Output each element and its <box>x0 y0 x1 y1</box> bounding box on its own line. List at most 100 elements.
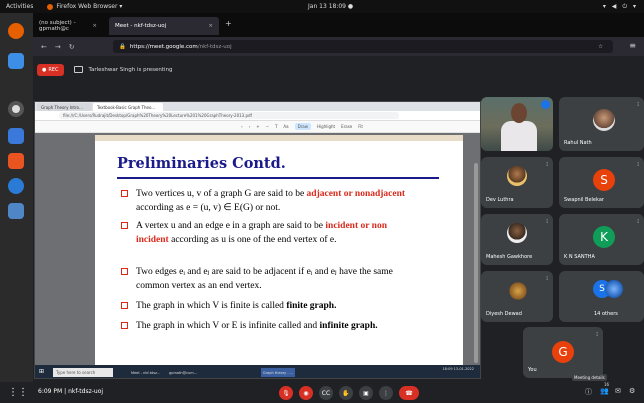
url-host: https://meet.google.com <box>129 43 198 50</box>
chat-icon[interactable]: ✉ <box>615 387 621 395</box>
more-options-icon[interactable]: ⁝ <box>546 161 548 168</box>
separator: | <box>64 388 67 395</box>
avatar <box>507 223 527 243</box>
presenter-text: Tarleshwar Singh is presenting <box>88 66 173 73</box>
shared-tab: Textbook-Basic Graph Theo… <box>93 103 163 111</box>
participant-tile-others[interactable]: S 14 others <box>559 271 644 322</box>
os-top-bar: Activities Firefox Web Browser ▾ Jan 13 … <box>0 0 644 13</box>
firefox-dock-icon[interactable] <box>8 23 24 39</box>
more-options-icon[interactable]: ⁝ <box>637 218 639 225</box>
participant-tile-presenter[interactable] <box>481 97 553 151</box>
recording-badge: ● REC <box>37 63 64 76</box>
meeting-details-icon[interactable]: ⓘ <box>585 387 592 397</box>
participant-name: Mahesh Gawkhore <box>486 254 533 260</box>
pdf-font-icon: Aa <box>283 124 289 129</box>
back-arrow-icon[interactable]: ← <box>41 43 47 51</box>
help-dock-icon[interactable] <box>8 178 24 194</box>
participant-tile-self[interactable]: G ⁝ You <box>523 327 603 378</box>
people-icon[interactable]: 👥 <box>600 387 609 395</box>
participant-tile[interactable]: S ⁝ Swapnil Belekar <box>559 157 644 208</box>
avatar: K <box>593 226 615 248</box>
system-tray[interactable]: ▾ ◀ ⏻ ▾ <box>603 3 638 11</box>
pdf-prev-icon: ‹ <box>241 124 243 129</box>
desktop: Activities Firefox Web Browser ▾ Jan 13 … <box>0 0 644 403</box>
browser-tab-strip: (no subject) - gpmath@c × Meet - nkf-tds… <box>33 13 644 37</box>
slide-bullet: The graph in which V or E is infinite ca… <box>121 319 421 333</box>
more-options-icon[interactable]: ⁝ <box>637 161 639 168</box>
browser-tab-gmail[interactable]: (no subject) - gpmath@c × <box>33 17 103 35</box>
participant-tile[interactable]: ⁝ Mahesh Gawkhore <box>481 214 553 265</box>
shared-search-box: Type here to search <box>53 368 113 377</box>
apps-grid-icon[interactable]: ⋮⋮ <box>8 387 28 399</box>
avatar <box>593 109 615 131</box>
thunderbird-dock-icon[interactable] <box>8 53 24 69</box>
more-options-icon[interactable]: ⋮ <box>379 386 393 400</box>
software-center-dock-icon[interactable] <box>8 153 24 169</box>
present-screen-icon[interactable]: ▣ <box>359 386 373 400</box>
shared-taskbar-item: gpmath@cum… <box>169 370 198 375</box>
rhythmbox-dock-icon[interactable] <box>8 101 24 117</box>
pdf-zoom-in-icon: + <box>256 124 260 129</box>
captions-icon[interactable]: CC <box>319 386 333 400</box>
avatar: G <box>552 341 574 363</box>
browser-nav-bar: ← → ↻ 🔒 https://meet.google.com/nkf-tdsz… <box>33 37 644 56</box>
hang-up-icon[interactable]: ☎ <box>399 386 419 400</box>
avatar: S <box>593 169 615 191</box>
bookmark-star-icon[interactable]: ☆ <box>598 44 603 50</box>
new-tab-plus-icon[interactable]: + <box>225 19 232 28</box>
pdf-fit-tool: Fit <box>358 124 363 129</box>
pdf-zoom-out-icon: − <box>265 124 269 129</box>
participant-tile[interactable]: ⁝ Dev Luthra <box>481 157 553 208</box>
participant-name: K N SANTHA <box>564 254 595 260</box>
more-options-icon[interactable]: ⁝ <box>596 331 598 338</box>
more-options-icon[interactable]: ⁝ <box>637 101 639 108</box>
forward-arrow-icon[interactable]: → <box>55 43 61 51</box>
shared-taskbar-item: Graph theory - … <box>261 368 296 377</box>
activities-button[interactable]: Activities <box>6 3 33 10</box>
title-underline <box>117 177 439 179</box>
mic-off-icon[interactable]: 🎙 <box>279 386 293 400</box>
more-options-icon[interactable]: ⁝ <box>546 275 548 282</box>
shared-browser-tabs: Graph Theory Intro… Textbook-Basic Graph… <box>35 102 480 111</box>
shared-url-text: file:///C:/Users/Rudrajit/Desktop/Graph%… <box>59 112 399 119</box>
firefox-icon <box>47 3 54 10</box>
more-options-icon[interactable] <box>541 100 550 109</box>
bullet-square-icon <box>121 268 128 275</box>
close-icon[interactable]: × <box>208 23 213 29</box>
url-path: /nkf-tdsz-uoj <box>197 43 232 50</box>
participant-name: Dev Luthra <box>486 197 514 203</box>
avatar <box>605 280 623 298</box>
avatar <box>507 280 529 302</box>
others-count: 14 others <box>594 311 618 317</box>
close-icon[interactable]: × <box>92 23 97 29</box>
pdf-highlight-tool: Highlight <box>317 124 336 129</box>
reload-icon[interactable]: ↻ <box>69 43 75 51</box>
browser-tab-meet[interactable]: Meet - nkf-tdsz-uoj × <box>109 17 219 35</box>
slide-bullet: A vertex u and an edge e in a graph are … <box>121 219 421 247</box>
libreoffice-writer-dock-icon[interactable] <box>8 128 24 144</box>
participant-tile[interactable]: K ⁝ K N SANTHA <box>559 214 644 265</box>
pdf-next-icon: › <box>248 124 251 129</box>
camera-off-icon[interactable]: ◉ <box>299 386 313 400</box>
more-options-icon[interactable]: ⁝ <box>546 218 548 225</box>
raise-hand-icon[interactable]: ✋ <box>339 386 353 400</box>
meet-status-bar: ● REC Tarleshwar Singh is presenting <box>33 56 644 83</box>
system-clock[interactable]: Jan 13 18:09 ● <box>308 3 353 10</box>
files-dock-icon[interactable] <box>8 203 24 219</box>
meeting-time: 6:09 PM <box>38 388 63 395</box>
app-menu[interactable]: Firefox Web Browser ▾ <box>47 3 122 10</box>
participant-name: You <box>528 367 537 373</box>
bullet-square-icon <box>121 222 128 229</box>
ubuntu-dock <box>0 13 33 403</box>
pdf-text-icon: T <box>274 124 278 129</box>
pdf-scrollbar <box>474 163 478 363</box>
presenting-icon <box>73 66 83 73</box>
record-dot-icon: ● <box>42 66 47 73</box>
participant-tile[interactable]: ⁝ Rahul Nath <box>559 97 644 151</box>
address-bar[interactable]: 🔒 https://meet.google.com/nkf-tdsz-uoj ☆ <box>113 40 613 53</box>
bullet-square-icon <box>121 302 128 309</box>
hamburger-menu-icon[interactable]: ≡ <box>629 41 636 50</box>
slide-bullet: Two vertices u, v of a graph G are said … <box>121 187 421 215</box>
activities-icon[interactable]: ⚙ <box>629 387 635 395</box>
participant-tile[interactable]: ⁝ Diyesh Dewad <box>481 271 553 322</box>
